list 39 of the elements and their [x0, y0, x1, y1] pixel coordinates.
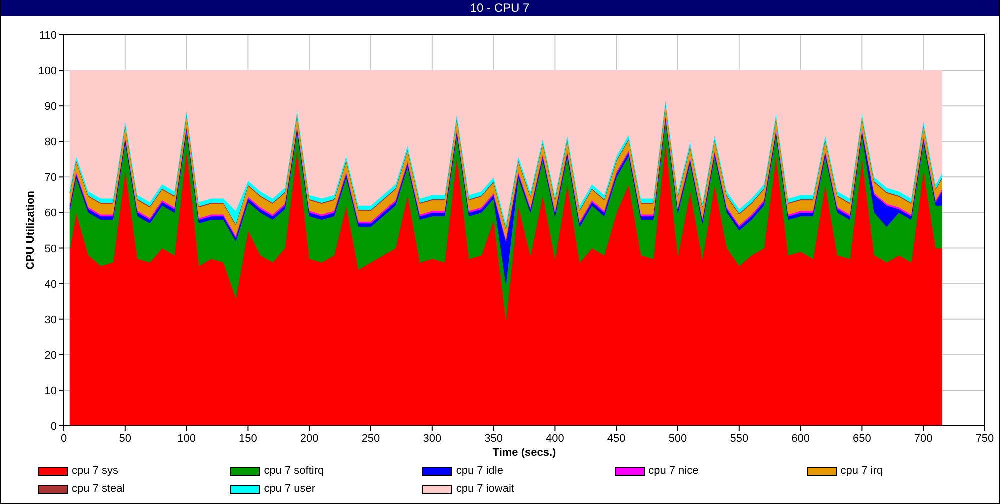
x-tick-label: 200 [300, 433, 319, 445]
y-tick-label: 110 [39, 30, 57, 42]
x-tick-label: 300 [423, 433, 442, 445]
legend-label: cpu 7 softirq [264, 464, 324, 480]
x-tick-label: 600 [792, 433, 810, 445]
y-tick-label: 100 [38, 66, 57, 78]
y-tick-label: 20 [44, 350, 57, 362]
y-tick-label: 30 [44, 314, 57, 326]
y-tick-label: 70 [44, 172, 57, 184]
x-tick-label: 700 [914, 433, 933, 445]
x-tick-label: 50 [119, 433, 132, 445]
x-tick-label: 350 [484, 433, 503, 445]
y-tick-label: 80 [44, 136, 57, 149]
legend-label: cpu 7 nice [648, 464, 699, 480]
x-tick-label: 550 [730, 433, 749, 445]
x-axis-title: Time (secs.) [492, 447, 556, 459]
x-tick-label: 650 [853, 433, 872, 445]
y-tick-label: 90 [44, 101, 57, 114]
y-axis-title: CPU Utilization [25, 191, 37, 270]
y-tick-label: 0 [50, 421, 57, 433]
x-tick-label: 450 [607, 433, 626, 445]
x-tick-label: 750 [976, 433, 994, 445]
legend-label: cpu 7 irq [840, 464, 883, 480]
x-tick-label: 500 [668, 433, 688, 445]
legend-label: cpu 7 steal [72, 482, 126, 498]
x-tick-label: 150 [239, 433, 258, 445]
y-tick-label: 60 [44, 208, 57, 220]
x-tick-label: 0 [60, 433, 68, 445]
window-title: 10 - CPU 7 [1, 0, 999, 16]
legend-label: cpu 7 idle [456, 464, 504, 480]
x-tick-label: 250 [362, 433, 380, 445]
x-tick-label: 100 [178, 433, 196, 445]
x-tick-label: 400 [546, 433, 564, 445]
legend-label: cpu 7 sys [72, 464, 118, 480]
legend-label: cpu 7 iowait [456, 482, 514, 498]
y-tick-label: 50 [44, 243, 57, 256]
y-tick-label: 40 [44, 278, 57, 291]
y-tick-label: 10 [44, 385, 57, 398]
legend-label: cpu 7 user [264, 482, 316, 498]
